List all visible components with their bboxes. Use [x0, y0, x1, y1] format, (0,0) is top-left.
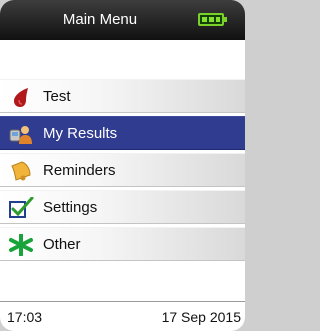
header-bar: Main Menu	[0, 0, 245, 40]
battery-level	[202, 17, 220, 22]
status-time: 17:03	[7, 309, 43, 325]
blood-drop-icon	[8, 86, 34, 108]
menu-item-settings[interactable]: Settings	[0, 190, 245, 224]
menu-item-label: Other	[43, 236, 81, 253]
menu-item-reminders[interactable]: Reminders	[0, 153, 245, 187]
battery-tip	[224, 17, 227, 22]
menu-item-my-results[interactable]: My Results	[0, 116, 245, 150]
results-icon	[8, 123, 34, 145]
main-menu: Test My Results Reminders Settings Other	[0, 79, 245, 264]
page-title: Main Menu	[62, 11, 138, 28]
menu-item-label: My Results	[43, 125, 118, 142]
footer-divider	[0, 301, 245, 302]
status-date: 17 Sep 2015	[161, 309, 241, 325]
menu-item-label: Settings	[43, 199, 98, 216]
star-icon	[8, 234, 34, 256]
checkbox-icon	[8, 197, 34, 219]
menu-item-test[interactable]: Test	[0, 79, 245, 113]
battery-full-icon	[198, 13, 224, 26]
menu-item-other[interactable]: Other	[0, 227, 245, 261]
bell-icon	[8, 160, 34, 182]
menu-item-label: Test	[43, 88, 71, 105]
device-screen: Main Menu Test My Results Reminders Sett…	[0, 0, 245, 331]
menu-item-label: Reminders	[43, 162, 116, 179]
